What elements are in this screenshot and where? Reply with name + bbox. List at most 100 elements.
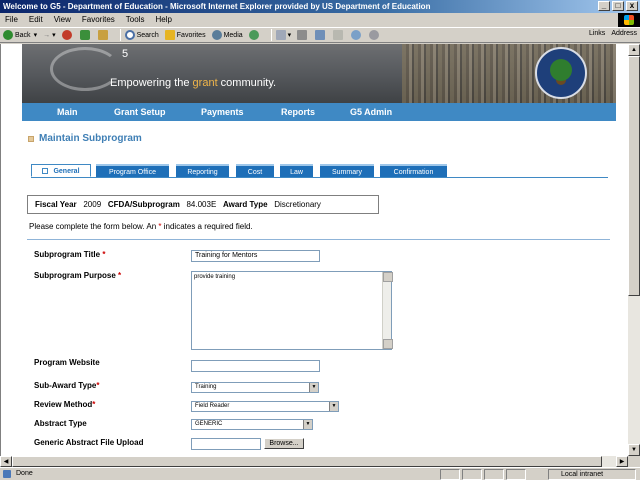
- history-button[interactable]: [248, 30, 261, 40]
- abstract-type-label: Abstract Type: [34, 419, 87, 428]
- status-cell: [462, 469, 482, 480]
- edit-button[interactable]: [315, 30, 327, 40]
- home-icon: [97, 30, 108, 40]
- research-icon: [369, 30, 380, 40]
- favorites-icon: [164, 30, 175, 40]
- tagline-highlight: grant: [192, 77, 218, 89]
- media-icon: [211, 30, 222, 40]
- search-label: Search: [136, 31, 159, 39]
- back-arrow-icon: [3, 30, 13, 40]
- main-nav: Main Grant Setup Payments Reports G5 Adm…: [22, 103, 616, 121]
- zone-label: Local intranet: [561, 471, 604, 478]
- horizontal-scroll-thumb[interactable]: [12, 456, 602, 467]
- fiscal-year-label: Fiscal Year: [35, 200, 77, 209]
- status-bar: Done Local intranet: [0, 467, 640, 480]
- abstract-type-select[interactable]: GENERIC ▼: [191, 419, 313, 430]
- close-button[interactable]: x: [626, 1, 638, 11]
- home-button[interactable]: [97, 30, 110, 40]
- nav-main[interactable]: Main: [57, 107, 78, 117]
- fiscal-year-value: 2009: [83, 200, 102, 209]
- horizontal-scrollbar[interactable]: ◀ ▶: [0, 456, 628, 467]
- tab-cost[interactable]: Cost: [236, 164, 274, 177]
- chevron-down-icon[interactable]: ▾: [52, 31, 56, 39]
- abstract-file-input[interactable]: [191, 438, 261, 450]
- subprogram-purpose-label: Subprogram Purpose *: [34, 271, 122, 280]
- scroll-down-icon[interactable]: ▼: [628, 444, 640, 456]
- nav-payments[interactable]: Payments: [201, 107, 244, 117]
- menu-help[interactable]: Help: [155, 13, 171, 27]
- site-banner: 5 Empowering the grant community.: [22, 44, 616, 103]
- windows-logo-icon: [618, 13, 640, 27]
- research-button[interactable]: [369, 30, 381, 40]
- tab-reporting[interactable]: Reporting: [176, 164, 229, 177]
- tab-law[interactable]: Law: [280, 164, 313, 177]
- minimize-button[interactable]: _: [598, 1, 610, 11]
- messenger-button[interactable]: [351, 30, 363, 40]
- print-icon: [297, 30, 308, 40]
- maximize-button[interactable]: □: [612, 1, 624, 11]
- discuss-button[interactable]: [333, 30, 345, 40]
- chevron-down-icon[interactable]: ▾: [34, 31, 38, 39]
- chevron-down-icon[interactable]: ▾: [288, 31, 292, 39]
- favorites-button[interactable]: Favorites: [164, 30, 206, 40]
- vertical-scroll-thumb[interactable]: [628, 56, 640, 296]
- cfda-label: CFDA/Subprogram: [107, 200, 180, 209]
- browse-button[interactable]: Browse...: [264, 438, 304, 449]
- scroll-right-icon[interactable]: ▶: [616, 456, 628, 467]
- review-method-select[interactable]: Field Reader ▼: [191, 401, 339, 412]
- nav-grant-setup[interactable]: Grant Setup: [114, 107, 166, 117]
- back-button[interactable]: Back ▾: [3, 30, 37, 40]
- menu-view[interactable]: View: [54, 13, 71, 27]
- browser-toolbar: Back ▾ → ▾ Search Favorites Media ▾ Link…: [0, 27, 640, 43]
- chevron-down-icon[interactable]: ▼: [309, 383, 318, 392]
- mail-button[interactable]: ▾: [275, 30, 292, 40]
- refresh-button[interactable]: [79, 30, 92, 40]
- browser-viewport: 5 Empowering the grant community. Main G…: [0, 44, 628, 456]
- stop-icon: [61, 30, 72, 40]
- abstract-upload-label: Generic Abstract File Upload: [34, 438, 144, 447]
- subprogram-title-label: Subprogram Title *: [34, 250, 106, 259]
- tab-general[interactable]: General: [31, 164, 91, 177]
- scroll-up-icon[interactable]: ▲: [628, 44, 640, 56]
- cfda-value: 84.003E: [186, 200, 217, 209]
- page-title-text: Maintain Subprogram: [39, 133, 142, 144]
- vertical-scrollbar[interactable]: ▲ ▼: [628, 44, 640, 456]
- tab-summary[interactable]: Summary: [320, 164, 374, 177]
- nav-reports[interactable]: Reports: [281, 107, 315, 117]
- review-method-label: Review Method*: [34, 400, 96, 409]
- status-text: Done: [16, 470, 33, 477]
- award-type-value: Discretionary: [274, 200, 321, 209]
- page-title: Maintain Subprogram: [28, 133, 142, 144]
- menu-file[interactable]: File: [5, 13, 18, 27]
- nav-g5-admin[interactable]: G5 Admin: [350, 107, 392, 117]
- media-button[interactable]: Media: [211, 30, 243, 40]
- subprogram-purpose-textarea[interactable]: provide training: [191, 271, 393, 350]
- search-icon: [124, 30, 135, 40]
- menu-favorites[interactable]: Favorites: [82, 13, 115, 27]
- menu-tools[interactable]: Tools: [126, 13, 145, 27]
- discuss-icon: [333, 30, 344, 40]
- forward-button[interactable]: → ▾: [43, 31, 56, 40]
- banner-tagline: Empowering the grant community.: [110, 77, 277, 89]
- textarea-scrollbar[interactable]: [382, 272, 393, 349]
- subprogram-title-input[interactable]: Training for Mentors: [191, 250, 320, 262]
- chevron-down-icon[interactable]: ▼: [303, 420, 312, 429]
- refresh-icon: [79, 30, 90, 40]
- scroll-left-icon[interactable]: ◀: [0, 456, 12, 467]
- stop-button[interactable]: [61, 30, 74, 40]
- menu-edit[interactable]: Edit: [29, 13, 43, 27]
- tab-confirmation[interactable]: Confirmation: [380, 164, 447, 177]
- chevron-down-icon[interactable]: ▼: [329, 402, 338, 411]
- program-website-input[interactable]: [191, 360, 320, 372]
- tab-strip: General Program Office Reporting Cost La…: [31, 164, 608, 178]
- print-button[interactable]: [297, 30, 309, 40]
- tab-program-office[interactable]: Program Office: [96, 164, 169, 177]
- g5-logo-number: 5: [122, 48, 129, 60]
- status-cell: [484, 469, 504, 480]
- status-cells: [440, 469, 526, 480]
- links-button[interactable]: Links: [589, 30, 605, 37]
- sub-award-type-select[interactable]: Training ▼: [191, 382, 319, 393]
- search-button[interactable]: Search: [124, 30, 159, 40]
- address-label: Address: [611, 30, 637, 37]
- sub-award-type-label: Sub-Award Type*: [34, 381, 100, 390]
